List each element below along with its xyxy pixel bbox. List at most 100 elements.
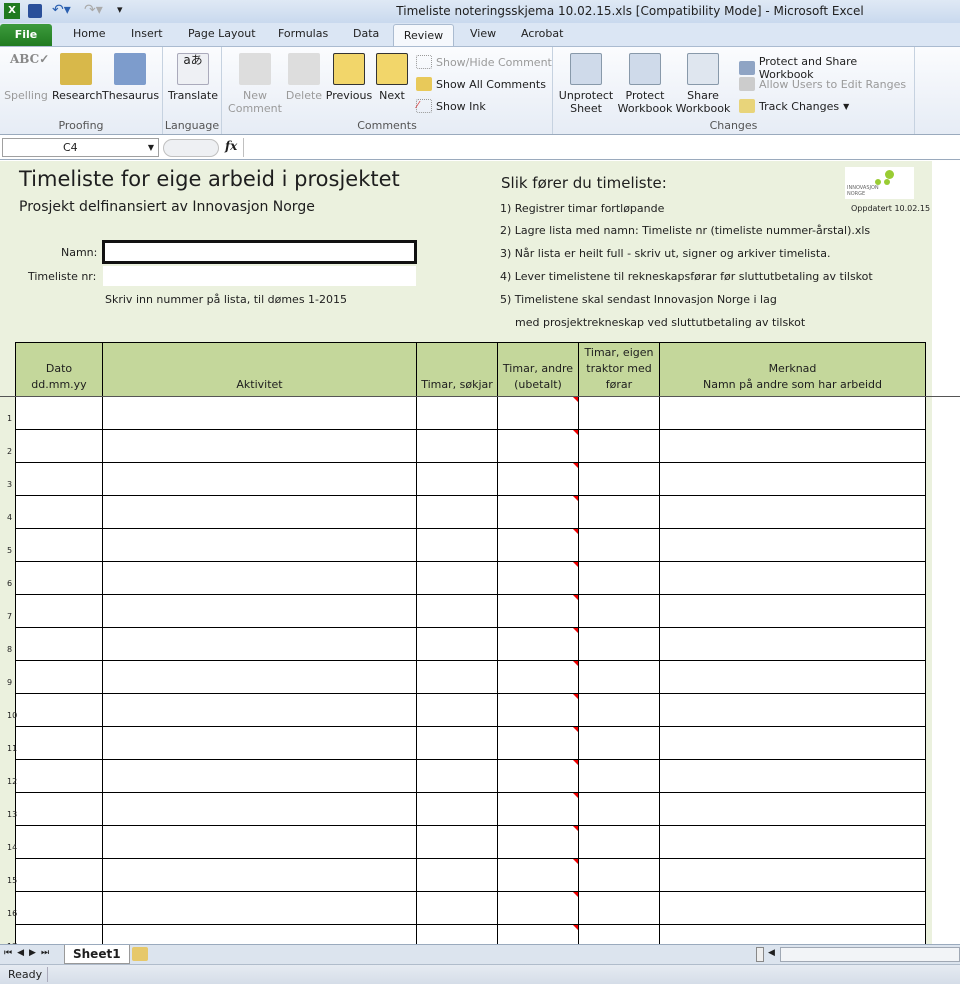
- table-cell[interactable]: [578, 660, 660, 694]
- name-box[interactable]: C4 ▼: [2, 138, 159, 157]
- table-cell[interactable]: [416, 726, 498, 760]
- tab-data[interactable]: Data: [353, 27, 379, 40]
- table-cell[interactable]: [578, 726, 660, 760]
- table-cell[interactable]: [102, 627, 417, 661]
- scroll-left-icon[interactable]: ◀: [768, 948, 775, 958]
- next-comment-button[interactable]: Next: [374, 53, 410, 102]
- tab-formulas[interactable]: Formulas: [278, 27, 328, 40]
- table-cell[interactable]: [102, 858, 417, 892]
- table-cell[interactable]: [416, 924, 498, 944]
- horizontal-scrollbar[interactable]: [780, 947, 960, 962]
- table-cell[interactable]: [15, 495, 103, 529]
- table-cell[interactable]: [659, 462, 926, 496]
- show-hide-comment-button[interactable]: Show/Hide Comment: [416, 55, 552, 69]
- table-cell[interactable]: [497, 396, 579, 430]
- table-cell[interactable]: [15, 462, 103, 496]
- table-cell[interactable]: [578, 825, 660, 859]
- comment-indicator-icon[interactable]: [573, 463, 578, 468]
- table-cell[interactable]: [416, 396, 498, 430]
- formula-input[interactable]: [243, 138, 958, 157]
- comment-indicator-icon[interactable]: [573, 397, 578, 402]
- table-cell[interactable]: [497, 561, 579, 595]
- table-cell[interactable]: [15, 924, 103, 944]
- table-cell[interactable]: [416, 693, 498, 727]
- table-cell[interactable]: [15, 660, 103, 694]
- track-changes-button[interactable]: Track Changes ▼: [739, 99, 849, 113]
- list-number-input[interactable]: [103, 266, 416, 286]
- table-cell[interactable]: [15, 396, 103, 430]
- table-cell[interactable]: [15, 429, 103, 463]
- table-cell[interactable]: [578, 792, 660, 826]
- table-cell[interactable]: [659, 396, 926, 430]
- table-cell[interactable]: [102, 891, 417, 925]
- table-cell[interactable]: [578, 462, 660, 496]
- table-cell[interactable]: [15, 561, 103, 595]
- comment-indicator-icon[interactable]: [573, 496, 578, 501]
- table-cell[interactable]: [659, 726, 926, 760]
- table-cell[interactable]: [416, 462, 498, 496]
- tab-home[interactable]: Home: [73, 27, 105, 40]
- table-cell[interactable]: [102, 528, 417, 562]
- table-cell[interactable]: [659, 594, 926, 628]
- tab-insert[interactable]: Insert: [131, 27, 163, 40]
- tab-review[interactable]: Review: [393, 24, 454, 48]
- show-ink-button[interactable]: ⁄ Show Ink: [416, 99, 486, 113]
- table-cell[interactable]: [416, 495, 498, 529]
- table-cell[interactable]: [416, 891, 498, 925]
- comment-indicator-icon[interactable]: [573, 925, 578, 930]
- table-cell[interactable]: [659, 858, 926, 892]
- thesaurus-button[interactable]: Thesaurus: [102, 53, 159, 102]
- table-cell[interactable]: [102, 660, 417, 694]
- table-cell[interactable]: [15, 759, 103, 793]
- table-cell[interactable]: [416, 858, 498, 892]
- table-cell[interactable]: [659, 825, 926, 859]
- table-cell[interactable]: [659, 627, 926, 661]
- table-cell[interactable]: [15, 792, 103, 826]
- table-cell[interactable]: [659, 528, 926, 562]
- comment-indicator-icon[interactable]: [573, 694, 578, 699]
- table-cell[interactable]: [15, 693, 103, 727]
- table-cell[interactable]: [578, 561, 660, 595]
- comment-indicator-icon[interactable]: [573, 430, 578, 435]
- tab-page-layout[interactable]: Page Layout: [188, 27, 256, 40]
- table-cell[interactable]: [15, 891, 103, 925]
- table-cell[interactable]: [497, 792, 579, 826]
- table-cell[interactable]: [578, 924, 660, 944]
- table-cell[interactable]: [497, 726, 579, 760]
- table-cell[interactable]: [15, 594, 103, 628]
- sheet-tab-sheet1[interactable]: Sheet1: [64, 945, 130, 964]
- table-cell[interactable]: [578, 759, 660, 793]
- table-cell[interactable]: [578, 528, 660, 562]
- table-cell[interactable]: [578, 396, 660, 430]
- table-cell[interactable]: [659, 891, 926, 925]
- table-cell[interactable]: [15, 528, 103, 562]
- table-cell[interactable]: [497, 660, 579, 694]
- insert-worksheet-icon[interactable]: [132, 947, 148, 961]
- table-cell[interactable]: [15, 627, 103, 661]
- translate-button[interactable]: aあ Translate: [167, 53, 219, 102]
- tab-split-handle[interactable]: [756, 947, 764, 962]
- table-cell[interactable]: [102, 429, 417, 463]
- table-cell[interactable]: [102, 792, 417, 826]
- table-cell[interactable]: [102, 594, 417, 628]
- table-cell[interactable]: [15, 858, 103, 892]
- allow-users-edit-ranges-button[interactable]: Allow Users to Edit Ranges: [739, 77, 906, 91]
- table-cell[interactable]: [15, 726, 103, 760]
- table-cell[interactable]: [497, 891, 579, 925]
- comment-indicator-icon[interactable]: [573, 562, 578, 567]
- delete-comment-button[interactable]: Delete: [284, 53, 324, 102]
- tab-view[interactable]: View: [470, 27, 496, 40]
- table-cell[interactable]: [102, 561, 417, 595]
- comment-indicator-icon[interactable]: [573, 859, 578, 864]
- share-workbook-button[interactable]: Share Workbook: [675, 53, 731, 115]
- table-cell[interactable]: [416, 792, 498, 826]
- table-cell[interactable]: [659, 693, 926, 727]
- table-cell[interactable]: [102, 759, 417, 793]
- previous-comment-button[interactable]: Previous: [324, 53, 374, 102]
- table-cell[interactable]: [102, 924, 417, 944]
- protect-workbook-button[interactable]: Protect Workbook: [617, 53, 673, 115]
- chevron-down-icon[interactable]: ▼: [148, 139, 154, 156]
- table-cell[interactable]: [416, 429, 498, 463]
- table-cell[interactable]: [497, 462, 579, 496]
- comment-indicator-icon[interactable]: [573, 529, 578, 534]
